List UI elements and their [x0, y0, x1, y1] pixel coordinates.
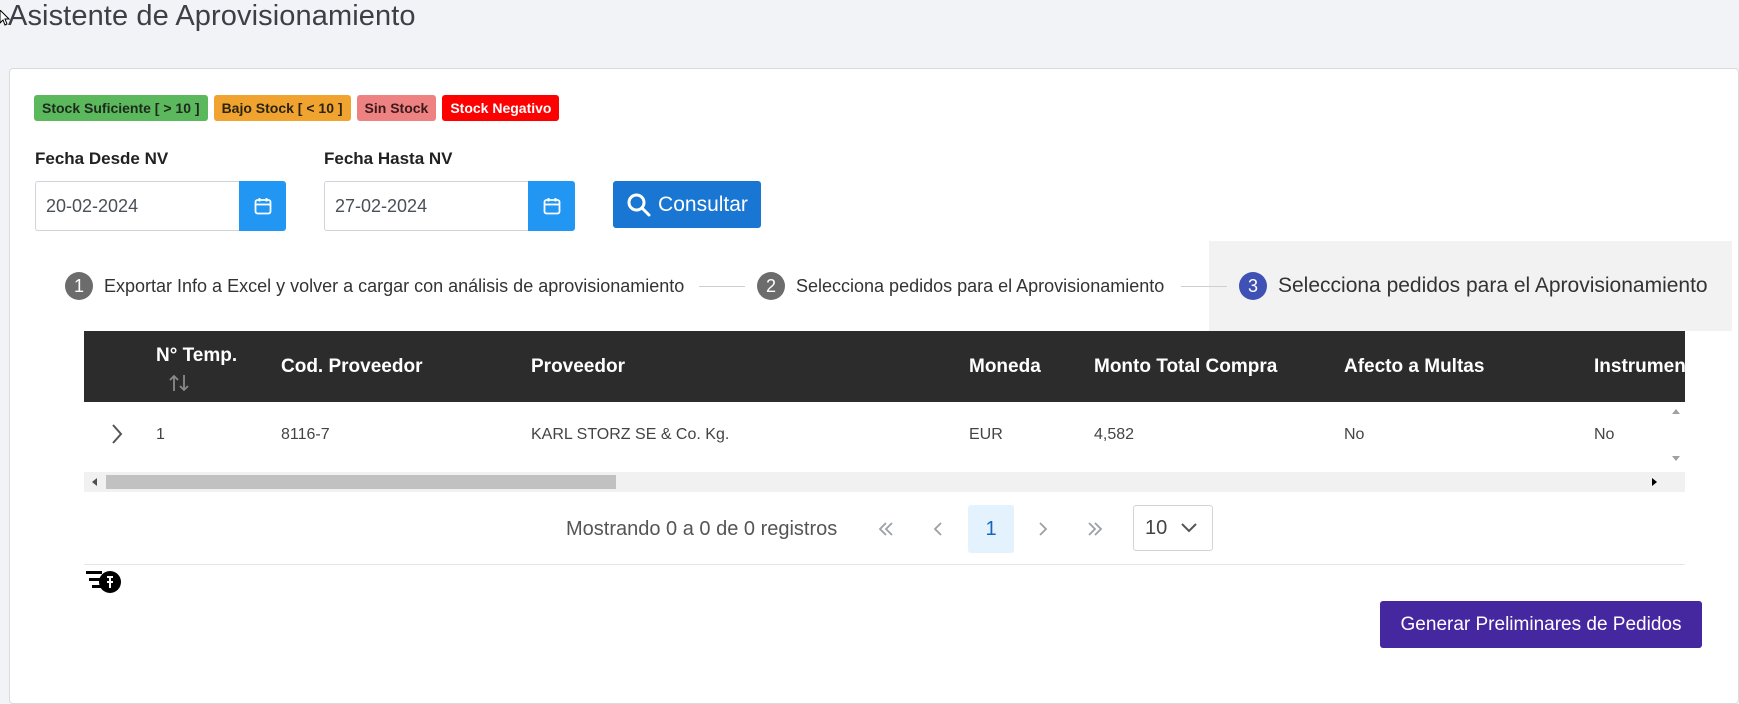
date-to-input[interactable] — [324, 181, 528, 231]
date-to-group — [324, 181, 575, 231]
column-header-afecto-multas[interactable]: Afecto a Multas — [1344, 356, 1484, 378]
step-1[interactable]: 1 Exportar Info a Excel y volver a carga… — [65, 272, 684, 300]
chevrons-left-icon — [878, 522, 893, 536]
table-row[interactable]: 1 8116-7 KARL STORZ SE & Co. Kg. EUR 4,5… — [84, 402, 1685, 468]
chevron-down-icon — [1181, 523, 1197, 533]
column-header-monto-total[interactable]: Monto Total Compra — [1094, 356, 1277, 378]
step-connector — [699, 286, 745, 287]
badge-stock-negative: Stock Negativo — [442, 95, 560, 121]
step-connector — [1181, 286, 1227, 287]
scroll-up-icon[interactable] — [1667, 405, 1685, 419]
date-from-group — [35, 181, 286, 231]
vertical-scrollbar[interactable] — [1667, 402, 1685, 468]
badge-stock-none: Sin Stock — [356, 95, 437, 121]
page-size-value: 10 — [1145, 516, 1168, 539]
column-header-instrumento[interactable]: Instrumen — [1594, 356, 1685, 378]
step-1-number: 1 — [65, 272, 93, 300]
step-2-number: 2 — [757, 272, 785, 300]
generate-preliminary-orders-button[interactable]: Generar Preliminares de Pedidos — [1380, 601, 1702, 648]
cell-temp: 1 — [156, 426, 165, 443]
horizontal-scrollbar[interactable] — [84, 472, 1685, 492]
cell-cod-proveedor: 8116-7 — [281, 426, 330, 443]
chevrons-right-icon — [1088, 522, 1103, 536]
page-button-current[interactable]: 1 — [968, 505, 1014, 553]
calendar-icon — [543, 198, 560, 215]
cell-instrumento: No — [1594, 426, 1615, 443]
column-header-proveedor[interactable]: Proveedor — [531, 356, 625, 378]
first-page-button[interactable] — [863, 505, 909, 553]
date-from-input[interactable] — [35, 181, 239, 231]
page-size-select[interactable]: 10 — [1133, 505, 1213, 551]
table-header: N° Temp. Cod. Proveedor Proveedor Moneda… — [84, 331, 1685, 402]
orders-table: N° Temp. Cod. Proveedor Proveedor Moneda… — [84, 331, 1685, 492]
step-3[interactable]: 3 Selecciona pedidos para el Aprovisiona… — [1239, 272, 1708, 300]
date-to-calendar-button[interactable] — [528, 181, 575, 231]
chevron-right-icon — [1039, 522, 1048, 536]
step-3-label: Selecciona pedidos para el Aprovisionami… — [1278, 274, 1708, 297]
paginator-info: Mostrando 0 a 0 de 0 registros — [566, 518, 838, 540]
clear-filter-icon[interactable] — [86, 568, 124, 598]
next-page-button[interactable] — [1020, 505, 1066, 553]
scroll-left-icon[interactable] — [88, 472, 102, 492]
search-icon — [627, 193, 651, 216]
date-from-label: Fecha Desde NV — [35, 149, 169, 168]
column-header-temp[interactable]: N° Temp. — [156, 345, 237, 367]
cell-afecto-multas: No — [1344, 426, 1365, 443]
badge-stock-sufficient: Stock Suficiente [ > 10 ] — [34, 95, 208, 121]
sort-icon[interactable] — [168, 372, 190, 394]
date-to-label: Fecha Hasta NV — [324, 149, 453, 168]
divider — [84, 564, 1685, 565]
column-header-moneda[interactable]: Moneda — [969, 356, 1041, 378]
step-2[interactable]: 2 Selecciona pedidos para el Aprovisiona… — [757, 272, 1164, 300]
horizontal-scroll-thumb[interactable] — [106, 475, 616, 489]
consult-button-label: Consultar — [658, 192, 748, 216]
page-title: Asistente de Aprovisionamiento — [8, 0, 416, 32]
step-3-number: 3 — [1239, 272, 1267, 300]
cell-moneda: EUR — [969, 426, 1003, 443]
last-page-button[interactable] — [1072, 505, 1118, 553]
chevron-right-icon[interactable] — [108, 421, 126, 447]
scroll-down-icon[interactable] — [1667, 451, 1685, 465]
previous-page-button[interactable] — [915, 505, 961, 553]
calendar-icon — [254, 198, 271, 215]
stock-legend: Stock Suficiente [ > 10 ] Bajo Stock [ <… — [34, 95, 560, 121]
column-header-cod-proveedor[interactable]: Cod. Proveedor — [281, 356, 422, 378]
consult-button[interactable]: Consultar — [613, 181, 761, 228]
step-2-label: Selecciona pedidos para el Aprovisionami… — [796, 275, 1165, 296]
cell-proveedor: KARL STORZ SE & Co. Kg. — [531, 426, 730, 443]
scroll-right-icon[interactable] — [1647, 472, 1661, 492]
badge-stock-low: Bajo Stock [ < 10 ] — [213, 95, 351, 121]
step-1-label: Exportar Info a Excel y volver a cargar … — [104, 275, 685, 296]
chevron-left-icon — [933, 522, 942, 536]
date-from-calendar-button[interactable] — [239, 181, 286, 231]
cell-monto: 4,582 — [1094, 426, 1135, 443]
